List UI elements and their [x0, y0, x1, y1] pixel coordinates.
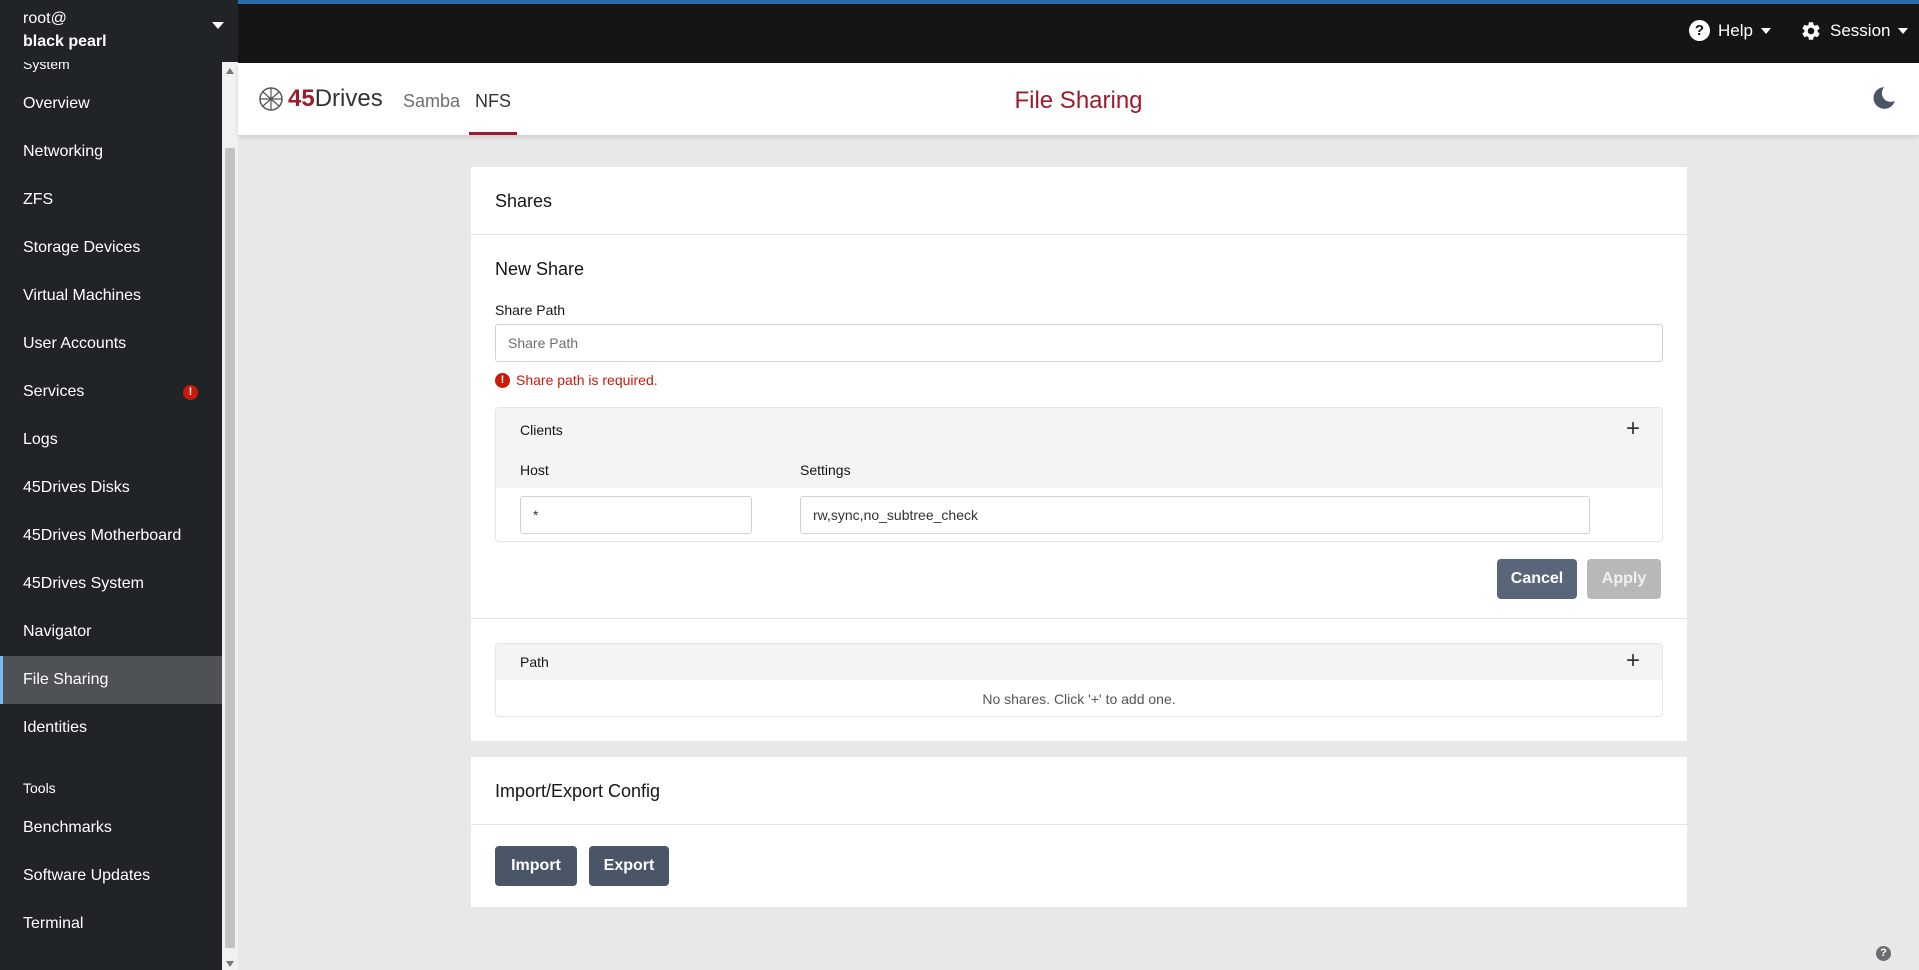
tab-nfs[interactable]: NFS: [469, 91, 517, 135]
apply-button[interactable]: Apply: [1587, 559, 1661, 599]
path-table: Path + No shares. Click '+' to add one.: [495, 643, 1663, 717]
settings-column-header: Settings: [800, 462, 851, 478]
add-share-plus-icon[interactable]: +: [1626, 649, 1640, 673]
top-bar: ? Help Session: [238, 0, 1919, 63]
logo-45: 45: [288, 85, 315, 112]
host-column-header: Host: [520, 462, 549, 478]
help-circle-icon: ?: [1689, 20, 1710, 41]
host-user: root@: [23, 10, 67, 27]
sidebar-item-zfs[interactable]: ZFS: [0, 176, 222, 224]
sidebar-item-benchmarks[interactable]: Benchmarks: [0, 804, 222, 852]
session-label: Session: [1830, 21, 1891, 40]
shares-card: Shares New Share Share Path ! Share path…: [471, 167, 1687, 741]
sidebar-item-label: Storage Devices: [23, 239, 141, 256]
sidebar-item-label: User Accounts: [23, 335, 127, 352]
tab-samba[interactable]: Samba: [403, 91, 460, 132]
help-label: Help: [1718, 20, 1753, 40]
sidebar-item-label: Services: [23, 383, 85, 400]
sidebar: root@ black pearl System Overview Networ…: [0, 0, 238, 970]
client-settings-input[interactable]: [800, 496, 1590, 534]
gear-icon: [1802, 22, 1820, 40]
moon-icon[interactable]: [1871, 85, 1897, 111]
clients-panel: Clients + Host Settings: [495, 407, 1663, 542]
sidebar-item-label: Networking: [23, 143, 104, 160]
sidebar-item-label: 45Drives Disks: [23, 479, 130, 496]
sidebar-item-software-updates[interactable]: Software Updates: [0, 852, 222, 900]
import-export-card: Import/Export Config Import Export: [471, 757, 1687, 907]
add-client-plus-icon[interactable]: +: [1626, 417, 1640, 441]
error-text: Share path is required.: [516, 372, 658, 388]
import-export-title: Import/Export Config: [471, 757, 1687, 825]
sidebar-item-label: Logs: [23, 431, 58, 448]
sidebar-item-identities[interactable]: Identities: [0, 704, 222, 752]
nav-gap: [0, 752, 222, 774]
clients-header: Clients + Host Settings: [496, 408, 1662, 488]
sidebar-item-services[interactable]: Services!: [0, 368, 222, 416]
export-button[interactable]: Export: [589, 846, 669, 886]
sidebar-item-networking[interactable]: Networking: [0, 128, 222, 176]
help-menu[interactable]: ? Help: [1689, 20, 1771, 41]
sidebar-item-storage-devices[interactable]: Storage Devices: [0, 224, 222, 272]
empty-shares-message: No shares. Click '+' to add one.: [982, 691, 1176, 707]
sidebar-item-label: Terminal: [23, 915, 84, 932]
45drives-logo: 45 Drives: [258, 85, 383, 113]
shares-title: Shares: [471, 167, 1687, 235]
sidebar-item-navigator[interactable]: Navigator: [0, 608, 222, 656]
sidebar-item-label: 45Drives System: [23, 575, 144, 592]
sidebar-section-tools: Tools: [23, 780, 56, 796]
scroll-down-icon[interactable]: [226, 961, 234, 967]
sidebar-item-label: Overview: [23, 95, 90, 112]
sidebar-item-logs[interactable]: Logs: [0, 416, 222, 464]
clients-title: Clients: [520, 422, 563, 438]
host-name: black pearl: [23, 33, 107, 50]
sidebar-item-label: 45Drives Motherboard: [23, 527, 182, 544]
chevron-down-icon: [1898, 28, 1909, 34]
sidebar-item-virtual-machines[interactable]: Virtual Machines: [0, 272, 222, 320]
scroll-up-icon[interactable]: [226, 68, 234, 74]
sidebar-item-label: Virtual Machines: [23, 287, 141, 304]
sidebar-scrollbar[interactable]: [222, 62, 238, 970]
new-share-title: New Share: [495, 259, 585, 279]
sidebar-section-system: System: [23, 62, 70, 72]
scrollbar-thumb[interactable]: [225, 148, 235, 948]
cancel-button[interactable]: Cancel: [1497, 559, 1577, 599]
share-path-label: Share Path: [495, 302, 566, 318]
path-column-header: Path: [520, 654, 549, 670]
sidebar-item-45drives-motherboard[interactable]: 45Drives Motherboard: [0, 512, 222, 560]
session-menu[interactable]: Session: [1800, 20, 1909, 42]
sidebar-item-label: Software Updates: [23, 867, 151, 884]
sidebar-item-label: Benchmarks: [23, 819, 112, 836]
host-switcher[interactable]: root@ black pearl: [0, 0, 238, 62]
path-table-header: Path +: [496, 644, 1662, 680]
sidebar-item-label: Identities: [23, 719, 88, 736]
import-button[interactable]: Import: [495, 846, 577, 886]
divider: [471, 618, 1687, 619]
chevron-down-icon: [212, 22, 224, 29]
sidebar-item-label: Navigator: [23, 623, 92, 640]
exclamation-circle-icon: !: [495, 372, 510, 388]
logo-drives: Drives: [314, 85, 383, 112]
share-path-error: ! Share path is required.: [495, 372, 658, 388]
share-path-input[interactable]: [495, 324, 1663, 362]
sidebar-item-terminal[interactable]: Terminal: [0, 900, 222, 948]
sidebar-item-label: File Sharing: [23, 671, 109, 688]
chevron-down-icon: [1760, 27, 1771, 34]
client-host-input[interactable]: [520, 496, 752, 534]
globe-logo-icon: [259, 87, 283, 111]
error-badge-icon: !: [183, 385, 198, 400]
sidebar-item-file-sharing[interactable]: File Sharing: [0, 656, 222, 704]
sidebar-item-label: ZFS: [23, 191, 54, 208]
sidebar-item-45drives-system[interactable]: 45Drives System: [0, 560, 222, 608]
help-icon[interactable]: ?: [1876, 946, 1891, 961]
sidebar-item-45drives-disks[interactable]: 45Drives Disks: [0, 464, 222, 512]
sidebar-item-overview[interactable]: Overview: [0, 80, 222, 128]
sidebar-item-user-accounts[interactable]: User Accounts: [0, 320, 222, 368]
sidebar-nav: System Overview Networking ZFS Storage D…: [0, 62, 222, 970]
app-header: 45 Drives Samba NFS File Sharing: [238, 63, 1919, 135]
